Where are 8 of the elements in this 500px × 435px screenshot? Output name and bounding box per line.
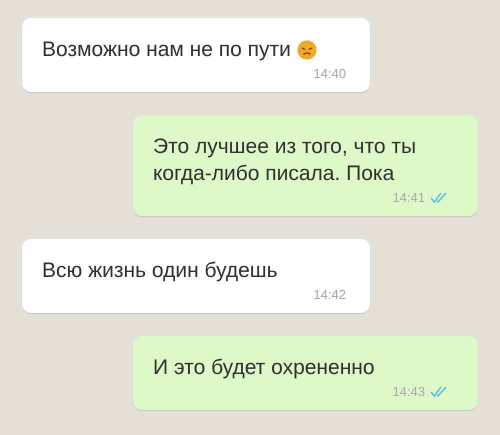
message-time: 14:43: [392, 384, 425, 400]
message-text: Возможно нам не по пути: [42, 37, 291, 63]
message-time: 14:40: [313, 66, 346, 82]
message-time: 14:41: [392, 190, 425, 206]
message-text: И это будет охрененно: [153, 355, 375, 381]
message-text: Всю жизнь один будешь: [42, 258, 278, 284]
message-time: 14:42: [313, 287, 346, 303]
message-text: Это лучшее из того, что ты когда-либо писала. Пока: [153, 134, 418, 187]
